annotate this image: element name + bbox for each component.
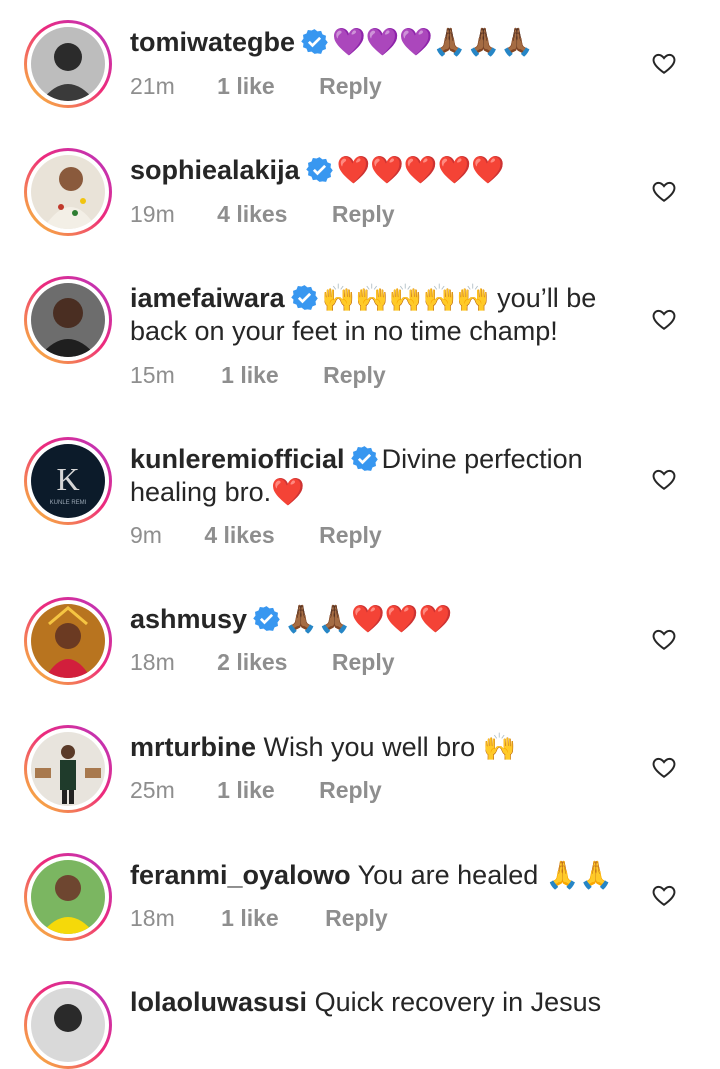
comment-text-block: lolaoluwasusi Quick recovery in Jesus [130, 986, 620, 1019]
comment-time: 15m [130, 362, 175, 388]
comment-text-block: tomiwategbe 💜💜💜🙏🏾🙏🏾🙏🏾 [130, 26, 620, 59]
heart-outline-icon[interactable] [651, 626, 677, 652]
comment-username[interactable]: ashmusy [130, 604, 247, 634]
comment-text: Wish you well bro 🙌 [263, 732, 517, 762]
comment-text-block: mrturbine Wish you well bro 🙌 [130, 731, 620, 764]
comment-likes[interactable]: 1 like [221, 905, 279, 932]
comment-meta: 18m 2 likes Reply [130, 649, 395, 676]
comment-time: 25m [130, 777, 175, 803]
comment-text: 💜💜💜🙏🏾🙏🏾🙏🏾 [332, 27, 534, 57]
avatar[interactable] [24, 853, 112, 941]
comment-likes[interactable]: 1 like [217, 777, 275, 804]
comment-meta: 15m 1 like Reply [130, 362, 386, 389]
heart-outline-icon[interactable] [651, 50, 677, 76]
comment-text: ❤️❤️❤️❤️❤️ [336, 155, 505, 185]
avatar[interactable]: K KUNLE REMI [24, 437, 112, 525]
reply-button[interactable]: Reply [319, 73, 382, 100]
heart-outline-icon[interactable] [651, 882, 677, 908]
comment-text-block: iamefaiwara 🙌🙌🙌🙌🙌 you’ll be back on your … [130, 282, 620, 348]
verified-badge-icon [290, 284, 318, 311]
reply-button[interactable]: Reply [332, 201, 395, 228]
reply-button[interactable]: Reply [323, 362, 386, 389]
avatar[interactable] [24, 276, 112, 364]
comment-text: You are healed 🙏🙏 [357, 860, 613, 890]
comment-meta: 25m 1 like Reply [130, 777, 382, 804]
heart-outline-icon[interactable] [651, 178, 677, 204]
comment-likes[interactable]: 4 likes [204, 522, 274, 549]
comment-meta: 9m 4 likes Reply [130, 522, 382, 549]
comment-likes[interactable]: 2 likes [217, 649, 287, 676]
avatar[interactable] [24, 20, 112, 108]
comment-time: 21m [130, 73, 175, 99]
comment-meta: 19m 4 likes Reply [130, 201, 395, 228]
verified-badge-icon [253, 605, 280, 632]
comment-username[interactable]: kunleremiofficial [130, 444, 345, 474]
comment-text-block: ashmusy 🙏🏾🙏🏾❤️❤️❤️ [130, 603, 620, 636]
comment-likes[interactable]: 1 like [217, 73, 275, 100]
heart-outline-icon[interactable] [651, 754, 677, 780]
reply-button[interactable]: Reply [319, 522, 382, 549]
heart-outline-icon[interactable] [651, 466, 677, 492]
avatar[interactable] [24, 148, 112, 236]
avatar[interactable] [24, 597, 112, 685]
comment-time: 18m [130, 649, 175, 675]
comment-likes[interactable]: 4 likes [217, 201, 287, 228]
comment-username[interactable]: lolaoluwasusi [130, 987, 307, 1017]
comment-time: 9m [130, 522, 162, 548]
comment-username[interactable]: feranmi_oyalowo [130, 860, 351, 890]
comment-username[interactable]: mrturbine [130, 732, 256, 762]
comment-text: 🙏🏾🙏🏾❤️❤️❤️ [284, 604, 453, 634]
svg-text:KUNLE REMI: KUNLE REMI [50, 500, 87, 506]
comment-username[interactable]: iamefaiwara [130, 283, 285, 313]
verified-badge-icon [301, 28, 328, 55]
heart-outline-icon[interactable] [651, 306, 677, 332]
comment-text-block: kunleremiofficial Divine perfection heali… [130, 443, 620, 509]
reply-button[interactable]: Reply [332, 649, 395, 676]
verified-badge-icon [350, 445, 378, 472]
verified-badge-icon [305, 156, 333, 183]
comment-username[interactable]: sophiealakija [130, 155, 300, 185]
comment-text-block: feranmi_oyalowo You are healed 🙏🙏 [130, 859, 620, 892]
comment-username[interactable]: tomiwategbe [130, 27, 295, 57]
comment-time: 19m [130, 201, 175, 227]
reply-button[interactable]: Reply [319, 777, 382, 804]
comment-meta: 21m 1 like Reply [130, 73, 382, 100]
comment-time: 18m [130, 905, 175, 931]
comment-meta: 18m 1 like Reply [130, 905, 388, 932]
comment-likes[interactable]: 1 like [221, 362, 279, 389]
comment-text: Quick recovery in Jesus [314, 987, 602, 1017]
reply-button[interactable]: Reply [325, 905, 388, 932]
svg-text:K: K [56, 461, 79, 497]
avatar[interactable] [24, 981, 112, 1069]
comment-text-block: sophiealakija ❤️❤️❤️❤️❤️ [130, 154, 620, 187]
avatar[interactable] [24, 725, 112, 813]
